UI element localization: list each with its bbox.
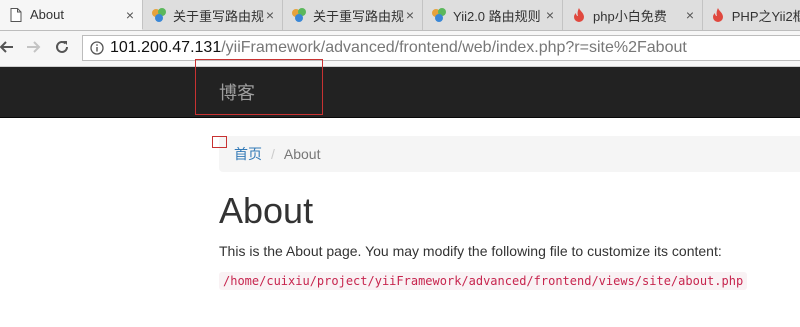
tab-php-yii2-framework[interactable]: PHP之Yii2框 <box>703 0 800 30</box>
arrow-left-icon <box>0 41 13 53</box>
annotation-box <box>195 59 323 115</box>
tab-strip: About × 关于重写路由规 × 关于重写路由规 × Yii2.0 路由规则 … <box>0 0 800 31</box>
breadcrumb-home-link[interactable]: 首页 <box>234 144 262 164</box>
reload-icon <box>56 40 68 53</box>
tab-title: Yii2.0 路由规则 <box>453 8 541 24</box>
breadcrumb-separator: / <box>271 146 275 162</box>
page-title: About <box>219 190 314 231</box>
tab-title: PHP之Yii2框 <box>731 8 800 24</box>
tab-php-beginner[interactable]: php小白免费 × <box>563 0 703 30</box>
tab-rewrite-route-2[interactable]: 关于重写路由规 × <box>283 0 423 30</box>
breadcrumb-current: About <box>283 146 321 162</box>
close-icon[interactable]: × <box>406 7 414 23</box>
close-icon[interactable]: × <box>546 7 554 23</box>
page-description: This is the About page. You may modify t… <box>219 243 722 259</box>
tab-rewrite-route-1[interactable]: 关于重写路由规 × <box>143 0 283 30</box>
url-text[interactable]: 101.200.47.131/yiiFramework/advanced/fro… <box>110 39 687 57</box>
tab-title: php小白免费 <box>593 8 667 24</box>
url-host: 101.200.47.131 <box>110 39 222 56</box>
browser-toolbar: 101.200.47.131/yiiFramework/advanced/fro… <box>0 31 800 67</box>
tab-title: 关于重写路由规 <box>313 8 405 24</box>
close-icon[interactable]: × <box>266 7 274 23</box>
document-icon <box>8 7 24 23</box>
yii-logo-icon <box>431 7 447 23</box>
close-icon[interactable]: × <box>126 7 134 23</box>
yii-logo-icon <box>151 7 167 23</box>
url-path: /yiiFramework/advanced/frontend/web/inde… <box>221 39 687 56</box>
annotation-box <box>212 136 227 148</box>
forward-button[interactable] <box>24 37 44 57</box>
back-button[interactable] <box>0 37 16 57</box>
arrow-right-icon <box>27 41 41 53</box>
tab-title: About <box>30 7 64 22</box>
file-path-code: /home/cuixiu/project/yiiFramework/advanc… <box>219 272 748 290</box>
reload-button[interactable] <box>52 37 72 57</box>
tab-about[interactable]: About × <box>0 0 143 30</box>
tab-title: 关于重写路由规 <box>173 8 265 24</box>
tab-yii2-route-rules[interactable]: Yii2.0 路由规则 × <box>423 0 563 30</box>
address-bar[interactable]: 101.200.47.131/yiiFramework/advanced/fro… <box>82 35 800 61</box>
flame-icon <box>571 7 587 23</box>
flame-icon <box>711 7 726 23</box>
breadcrumb: 首页 / About <box>219 136 800 172</box>
yii-logo-icon <box>291 7 307 23</box>
info-icon[interactable] <box>90 41 104 55</box>
close-icon[interactable]: × <box>686 7 694 23</box>
site-navbar: 博客 <box>0 67 800 118</box>
